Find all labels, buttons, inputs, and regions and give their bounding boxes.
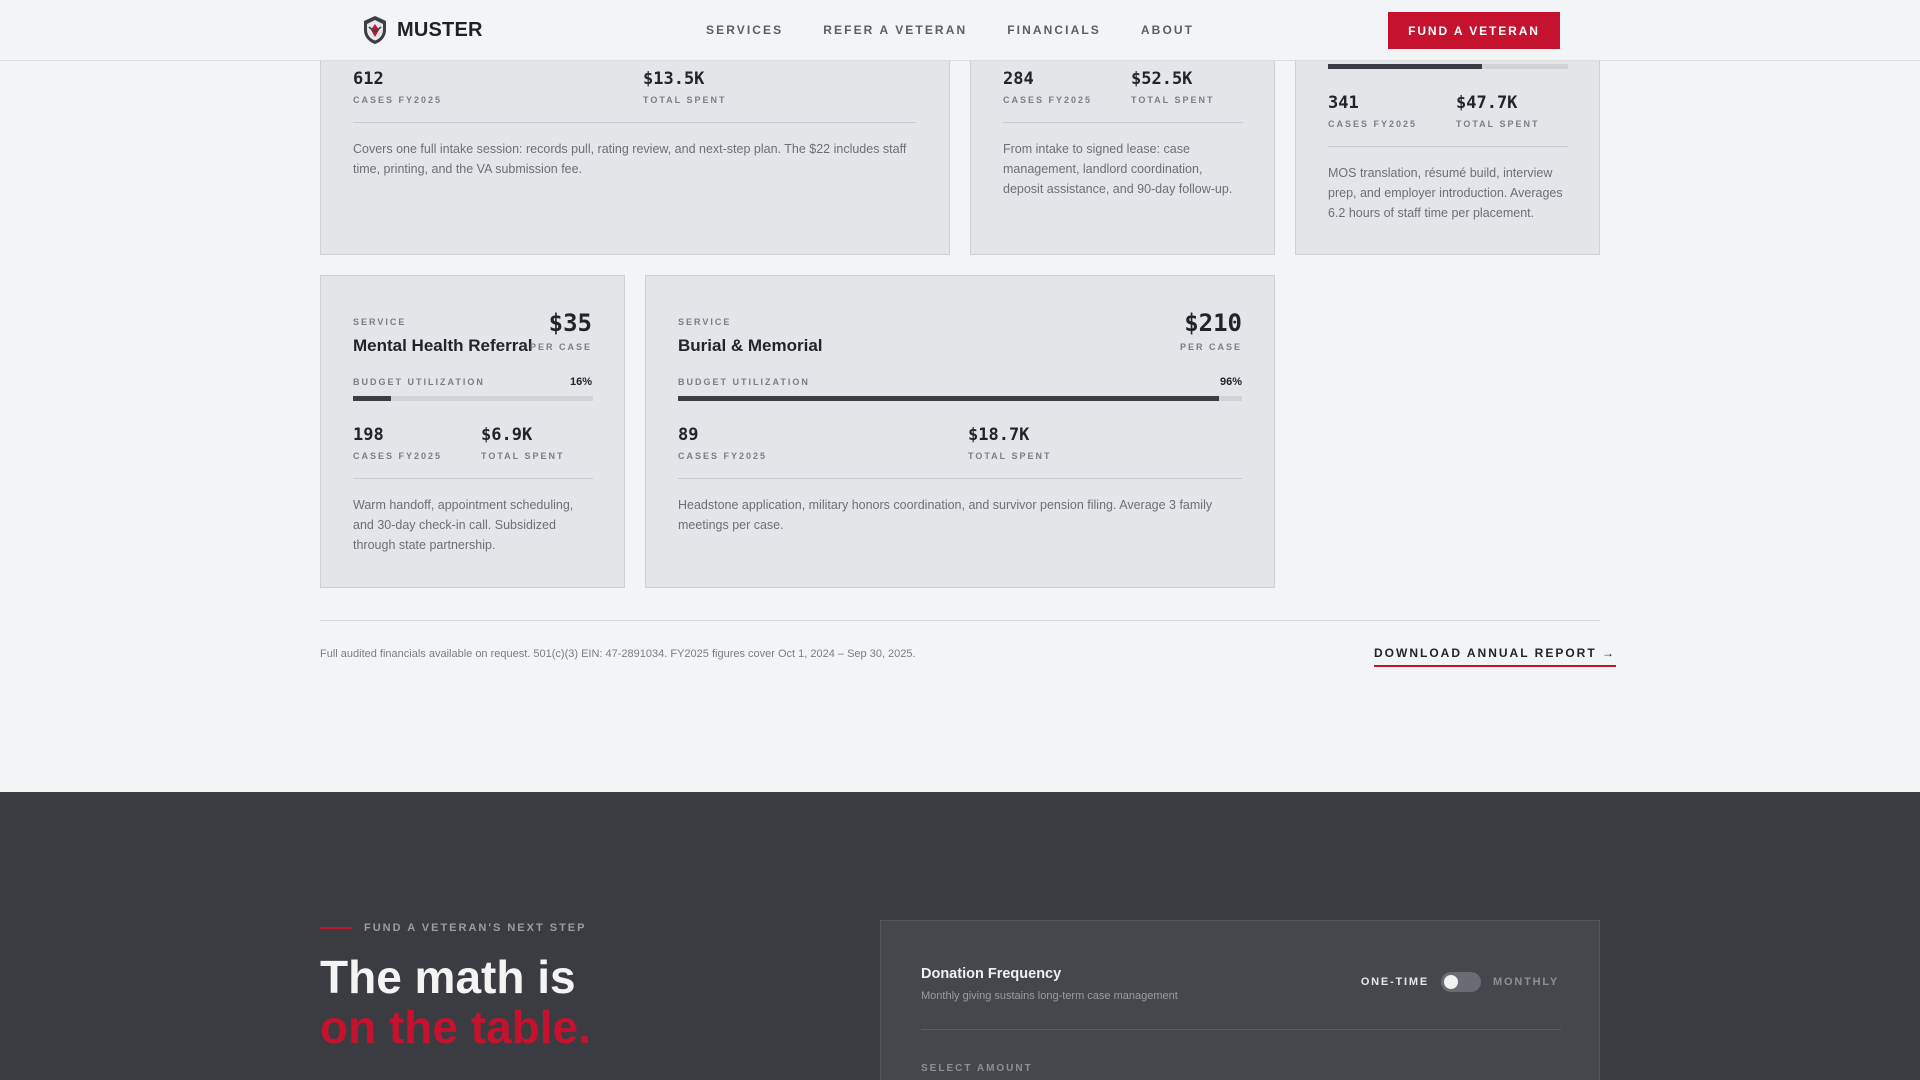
- section-divider: [320, 620, 1600, 621]
- fund-a-veteran-button[interactable]: FUND A VETERAN: [1388, 12, 1560, 49]
- budget-utilization-fill: [353, 396, 392, 401]
- panel-divider: [921, 1029, 1561, 1030]
- price-unit: PER CASE: [529, 342, 592, 352]
- card-description: MOS translation, résumé build, interview…: [1328, 166, 1563, 220]
- budget-utilization-fill: [678, 396, 1220, 401]
- service-price: $210: [1184, 309, 1242, 337]
- service-card-mental-health: SERVICE Mental Health Referral $35 PER C…: [320, 275, 625, 588]
- total-spent-label: TOTAL SPENT: [481, 451, 565, 461]
- frequency-toggle-group: ONE-TIME MONTHLY: [1361, 972, 1559, 992]
- donation-frequency-subtitle: Monthly giving sustains long-term case m…: [921, 990, 1178, 1002]
- site-header: MUSTER SERVICES REFER A VETERAN FINANCIA…: [0, 0, 1920, 61]
- total-spent: $52.5K: [1131, 69, 1193, 89]
- one-time-label[interactable]: ONE-TIME: [1361, 976, 1429, 988]
- service-card-burial-memorial: SERVICE Burial & Memorial $210 PER CASE …: [645, 275, 1275, 588]
- total-spent: $18.7K: [968, 425, 1030, 445]
- card-kicker: SERVICE: [678, 317, 732, 327]
- logo[interactable]: MUSTER: [362, 15, 483, 45]
- total-spent-label: TOTAL SPENT: [968, 451, 1052, 461]
- cases-count: 198: [353, 425, 384, 445]
- cases-label: CASES FY2025: [1003, 95, 1093, 105]
- card-description: Headstone application, military honors c…: [678, 498, 1213, 532]
- eyebrow-rule: [320, 927, 352, 929]
- eyebrow-text: FUND A VETERAN'S NEXT STEP: [364, 922, 587, 934]
- financials-footnote: Full audited financials available on req…: [320, 648, 916, 660]
- cases-count: 612: [353, 69, 384, 89]
- cases-count: 284: [1003, 69, 1034, 89]
- fund-headline: The math is on the table.: [320, 952, 591, 1052]
- total-spent-label: TOTAL SPENT: [1131, 95, 1215, 105]
- budget-utilization-percent: 96%: [1219, 376, 1242, 388]
- card-divider: [1003, 122, 1243, 123]
- service-name: Burial & Memorial: [678, 336, 823, 355]
- cases-label: CASES FY2025: [353, 95, 443, 105]
- card-description: From intake to signed lease: case manage…: [1003, 142, 1233, 196]
- budget-utilization-bar: [678, 396, 1242, 401]
- budget-utilization-bar: [1328, 64, 1568, 69]
- cases-label: CASES FY2025: [1328, 119, 1418, 129]
- download-annual-report-link[interactable]: DOWNLOAD ANNUAL REPORT →: [1374, 646, 1616, 667]
- cases-count: 89: [678, 425, 699, 445]
- total-spent: $6.9K: [481, 425, 533, 445]
- cases-label: CASES FY2025: [353, 451, 443, 461]
- frequency-toggle[interactable]: [1441, 972, 1482, 992]
- select-amount-label: SELECT AMOUNT: [921, 1063, 1033, 1074]
- donation-panel: Donation Frequency Monthly giving sustai…: [880, 920, 1600, 1080]
- card-description: Warm handoff, appointment scheduling, an…: [353, 498, 574, 552]
- card-divider: [678, 478, 1242, 479]
- nav-financials[interactable]: FINANCIALS: [1007, 23, 1101, 37]
- total-spent-label: TOTAL SPENT: [1456, 119, 1540, 129]
- price-unit: PER CASE: [1179, 342, 1242, 352]
- total-spent-label: TOTAL SPENT: [643, 95, 727, 105]
- budget-utilization-percent: 16%: [569, 376, 592, 388]
- card-description: Covers one full intake session: records …: [353, 142, 907, 176]
- service-card-employment: 341 CASES FY2025 $47.7K TOTAL SPENT MOS …: [1295, 40, 1600, 255]
- nav-services[interactable]: SERVICES: [706, 23, 783, 37]
- total-spent: $13.5K: [643, 69, 705, 89]
- budget-utilization-label: BUDGET UTILIZATION: [678, 377, 810, 387]
- total-spent: $47.7K: [1456, 93, 1518, 113]
- budget-utilization-bar: [353, 396, 593, 401]
- donation-frequency-title: Donation Frequency: [921, 966, 1062, 982]
- budget-utilization-fill: [1328, 64, 1482, 69]
- logo-text: MUSTER: [397, 18, 483, 41]
- monthly-label[interactable]: MONTHLY: [1493, 976, 1559, 988]
- service-name: Mental Health Referral: [353, 336, 533, 355]
- service-card-housing: 284 CASES FY2025 $52.5K TOTAL SPENT From…: [970, 40, 1275, 255]
- service-price: $35: [548, 309, 592, 337]
- headline-line-1: The math is: [320, 951, 576, 1003]
- nav-about[interactable]: ABOUT: [1141, 23, 1194, 37]
- service-card-intake: 612 CASES FY2025 $13.5K TOTAL SPENT Cove…: [320, 40, 950, 255]
- fund-eyebrow: FUND A VETERAN'S NEXT STEP: [320, 922, 586, 934]
- toggle-knob: [1444, 975, 1459, 989]
- main-nav: SERVICES REFER A VETERAN FINANCIALS ABOU…: [706, 23, 1234, 37]
- cases-label: CASES FY2025: [678, 451, 768, 461]
- shield-logo-icon: [364, 16, 386, 44]
- nav-refer-a-veteran[interactable]: REFER A VETERAN: [823, 23, 967, 37]
- headline-line-2: on the table.: [320, 1001, 591, 1053]
- budget-utilization-label: BUDGET UTILIZATION: [353, 377, 485, 387]
- cases-count: 341: [1328, 93, 1359, 113]
- card-divider: [353, 122, 916, 123]
- card-kicker: SERVICE: [353, 317, 407, 327]
- card-divider: [353, 478, 593, 479]
- card-divider: [1328, 146, 1568, 147]
